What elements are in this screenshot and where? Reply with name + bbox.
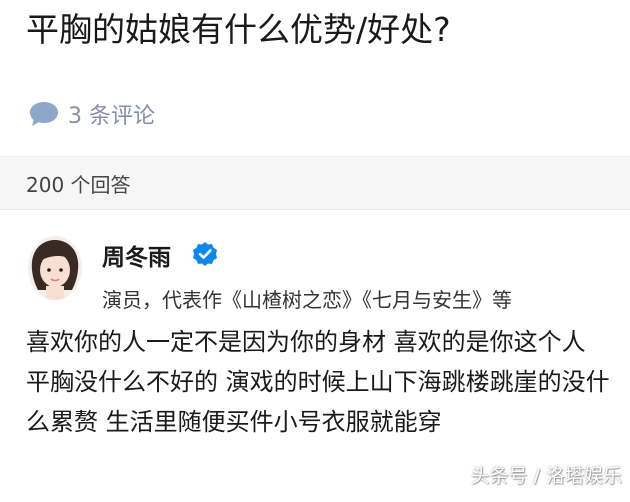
question-page: 平胸的姑娘有什么优势/好处? 3 条评论 200 个回答 周冬雨 演员，代表作《… bbox=[0, 0, 630, 502]
answer-paragraph: 喜欢你的人一定不是因为你的身材 喜欢的是你这个人 bbox=[26, 328, 586, 356]
answers-count-label: 200 个回答 bbox=[26, 173, 131, 197]
question-title: 平胸的姑娘有什么优势/好处? bbox=[26, 10, 451, 49]
avatar-image bbox=[28, 236, 82, 300]
comments-link[interactable]: 3 条评论 bbox=[28, 96, 155, 132]
comments-count-label: 3 条评论 bbox=[68, 104, 155, 129]
answer-content: 喜欢你的人一定不是因为你的身材 喜欢的是你这个人 平胸没什么不好的 演戏的时候上… bbox=[26, 322, 616, 442]
verified-check-icon bbox=[193, 242, 217, 266]
answers-header: 200 个回答 bbox=[0, 156, 630, 210]
comment-bubble-icon bbox=[30, 102, 58, 126]
author-avatar[interactable] bbox=[28, 236, 82, 300]
author-name[interactable]: 周冬雨 bbox=[102, 238, 171, 272]
author-bio: 演员，代表作《山楂树之恋》《七月与安生》等 bbox=[102, 288, 512, 312]
answer-paragraph: 平胸没什么不好的 演戏的时候上山下海跳楼跳崖的没什么累赘 生活里随便买件小号衣服… bbox=[26, 368, 610, 436]
watermark-text: 头条号 / 洛塔娱乐 bbox=[470, 465, 622, 487]
